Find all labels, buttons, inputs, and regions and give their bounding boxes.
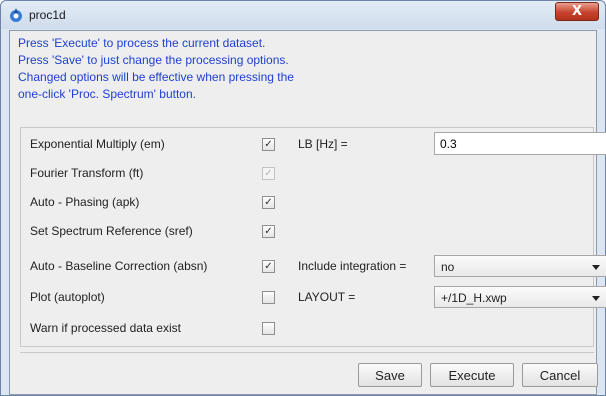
checkbox-autoplot[interactable] (262, 291, 275, 304)
include-integration-select[interactable]: no (434, 255, 606, 277)
option-row-warn: Warn if processed data exist (21, 314, 593, 342)
option-row-autoplot: Plot (autoplot) LAYOUT = +/1D_H.xwp (21, 283, 606, 311)
option-row-em: Exponential Multiply (em) ✓ LB [Hz] = (21, 130, 606, 158)
option-label-autoplot: Plot (autoplot) (30, 290, 105, 304)
dropdown-arrow-icon (592, 265, 600, 270)
info-line: Changed options will be effective when p… (18, 70, 294, 84)
close-icon: X (571, 4, 583, 19)
checkmark-icon: ✓ (264, 260, 273, 272)
option-label-absn: Auto - Baseline Correction (absn) (30, 259, 208, 273)
button-divider (20, 352, 594, 353)
checkmark-icon: ✓ (264, 196, 273, 208)
info-line: one-click 'Proc. Spectrum' button. (18, 87, 196, 101)
checkbox-warn[interactable] (262, 322, 275, 335)
app-icon (10, 8, 22, 22)
option-label-sref: Set Spectrum Reference (sref) (30, 224, 193, 238)
option-row-apk: Auto - Phasing (apk) ✓ (21, 188, 593, 216)
options-panel: Exponential Multiply (em) ✓ LB [Hz] = Fo… (20, 127, 606, 347)
window-title: proc1d (29, 8, 66, 22)
execute-button[interactable]: Execute (430, 363, 514, 387)
option-label-ft: Fourier Transform (ft) (30, 166, 144, 180)
dropdown-arrow-icon (592, 296, 600, 301)
checkbox-absn[interactable]: ✓ (262, 260, 275, 273)
layout-label: LAYOUT = (298, 290, 356, 304)
checkbox-em[interactable]: ✓ (262, 138, 275, 151)
checkmark-icon: ✓ (264, 225, 273, 237)
info-line: Press 'Execute' to process the current d… (18, 36, 266, 50)
option-row-ft: Fourier Transform (ft) ✓ (21, 159, 593, 187)
layout-value: +/1D_H.xwp (441, 291, 507, 305)
close-button[interactable]: X (555, 2, 599, 21)
option-row-absn: Auto - Baseline Correction (absn) ✓ Incl… (21, 252, 606, 280)
checkmark-icon: ✓ (264, 138, 273, 150)
checkbox-apk[interactable]: ✓ (262, 196, 275, 209)
option-label-warn: Warn if processed data exist (30, 321, 181, 335)
lb-label: LB [Hz] = (298, 137, 348, 151)
save-button[interactable]: Save (358, 363, 422, 387)
checkbox-sref[interactable]: ✓ (262, 225, 275, 238)
checkmark-icon: ✓ (264, 167, 273, 179)
title-bar[interactable]: proc1d X (1, 1, 605, 29)
info-line: Press 'Save' to just change the processi… (18, 53, 289, 67)
option-row-sref: Set Spectrum Reference (sref) ✓ (21, 217, 593, 245)
layout-select[interactable]: +/1D_H.xwp (434, 286, 606, 308)
include-integration-label: Include integration = (298, 259, 407, 273)
include-integration-value: no (441, 260, 455, 274)
checkbox-ft: ✓ (262, 167, 275, 180)
option-label-em: Exponential Multiply (em) (30, 137, 165, 151)
option-label-apk: Auto - Phasing (apk) (30, 195, 140, 209)
info-text: Press 'Execute' to process the current d… (18, 35, 378, 103)
lb-input[interactable] (434, 132, 606, 155)
cancel-button[interactable]: Cancel (522, 363, 598, 387)
